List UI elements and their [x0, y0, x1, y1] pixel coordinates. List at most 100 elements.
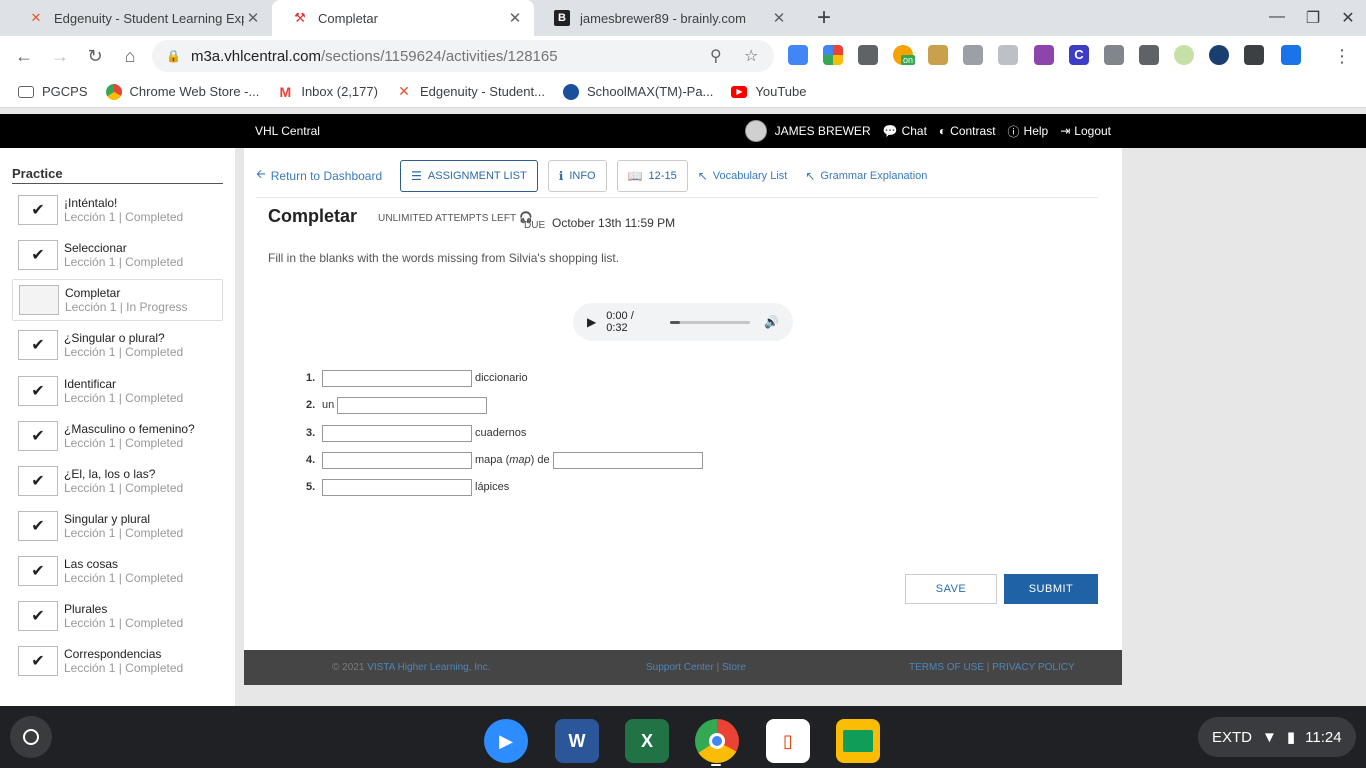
answer-input-2[interactable] [337, 396, 488, 414]
submit-button[interactable]: SUBMIT [1004, 574, 1098, 604]
close-window-icon[interactable]: ✕ [1338, 8, 1358, 28]
extension-on-icon[interactable]: on [893, 45, 916, 65]
classroom-icon[interactable] [836, 719, 880, 763]
answer-input-5[interactable] [322, 478, 472, 496]
chat-link[interactable]: 💬 Chat [883, 124, 927, 138]
sidebar-item[interactable]: ✔ ¿Singular o plural? Lección 1 | Complet… [12, 324, 223, 366]
bookmark-label: SchoolMAX(TM)-Pa... [586, 84, 714, 99]
sidebar-item[interactable]: ✔ Seleccionar Lección 1 | Completed [12, 234, 223, 276]
support-links: Support Center | Store [646, 662, 746, 673]
tab-edgenuity[interactable]: ✕ Edgenuity - Student Learning Exp ✕ [8, 0, 272, 36]
close-icon[interactable]: ✕ [770, 9, 788, 27]
minimize-icon[interactable]: — [1267, 8, 1287, 26]
google-translate-icon[interactable] [788, 45, 808, 65]
list-icon: ☰ [411, 168, 422, 183]
word-icon[interactable]: W [555, 719, 599, 763]
tab-completar[interactable]: ⚒ Completar ✕ [272, 0, 534, 36]
extension-icon[interactable] [1209, 45, 1229, 65]
close-icon[interactable]: ✕ [506, 9, 524, 27]
sidebar-item[interactable]: ✔ Correspondencias Lección 1 | Completed [12, 640, 223, 682]
sidebar-item[interactable]: ✔ Identificar Lección 1 | Completed [12, 370, 223, 412]
extension-icon[interactable] [858, 45, 878, 65]
sidebar-item[interactable]: ✔ Plurales Lección 1 | Completed [12, 595, 223, 637]
help-link[interactable]: ⓘ Help [1008, 123, 1049, 140]
vocab-label: Vocabulary List [712, 169, 788, 182]
store-link[interactable]: Store [722, 662, 746, 673]
zoom-icon[interactable]: ▶ [484, 719, 528, 763]
bookmark-inbox[interactable]: M Inbox (2,177) [277, 84, 377, 100]
attempts-info: UNLIMITED ATTEMPTS LEFT 🎧 [378, 212, 533, 224]
extension-icon[interactable] [1244, 45, 1264, 65]
tab-strip: ✕ Edgenuity - Student Learning Exp ✕ ⚒ C… [0, 0, 1366, 36]
bookmark-edgenuity[interactable]: ✕ Edgenuity - Student... [396, 83, 545, 100]
contrast-link[interactable]: ◐ Contrast [939, 124, 996, 138]
star-icon[interactable]: ☆ [744, 46, 758, 66]
save-button[interactable]: SAVE [905, 574, 997, 604]
launcher-button[interactable] [10, 716, 52, 758]
support-center-link[interactable]: Support Center [646, 662, 714, 673]
chrome-icon[interactable] [695, 719, 739, 763]
extension-icon[interactable] [1139, 45, 1159, 65]
answer-input-3[interactable] [322, 424, 472, 442]
c-extension-icon[interactable]: C [1069, 45, 1089, 65]
sidebar-item[interactable]: ✔ ¿El, la, los o las? Lección 1 | Complet… [12, 460, 223, 502]
zoom-search-icon[interactable]: ⚲ [710, 46, 722, 66]
answer-input-4a[interactable] [322, 451, 472, 469]
restore-icon[interactable]: ❐ [1303, 8, 1323, 28]
close-icon[interactable]: ✕ [244, 9, 262, 27]
bookmark-pgcps[interactable]: PGCPS [18, 84, 88, 99]
back-icon[interactable]: ← [12, 44, 36, 68]
address-bar[interactable]: 🔒 m3a.vhlcentral.com/sections/1159624/ac… [152, 40, 774, 72]
reload-icon[interactable]: ↻ [83, 44, 107, 68]
volume-icon[interactable]: 🔊 [764, 315, 779, 329]
instructions: Fill in the blanks with the words missin… [268, 251, 620, 265]
apps-extension-icon[interactable] [823, 45, 843, 65]
sidebar-item[interactable]: ✔ ¡Inténtalo! Lección 1 | Completed [12, 189, 223, 231]
logout-link[interactable]: ⇥ Logout [1060, 124, 1111, 138]
book-icon: 📖 [627, 168, 643, 183]
grammar-explanation-link[interactable]: ↖ Grammar Explanation [805, 169, 927, 183]
grammar-label: Grammar Explanation [820, 169, 928, 182]
info-button[interactable]: ℹ INFO [547, 159, 607, 192]
company-link[interactable]: VISTA Higher Learning, Inc. [367, 662, 490, 673]
bookmark-youtube[interactable]: ▶ YouTube [731, 84, 806, 99]
answer-input-4b[interactable] [552, 451, 703, 469]
extension-icon[interactable] [1174, 45, 1194, 65]
extension-icon[interactable] [963, 45, 983, 65]
audio-player[interactable]: ▶ 0:00 / 0:32 🔊 [573, 303, 793, 341]
user-menu[interactable]: JAMES BREWER [744, 120, 871, 142]
bookmark-schoolmax[interactable]: SchoolMAX(TM)-Pa... [562, 83, 714, 100]
extension-icon[interactable] [1104, 45, 1124, 65]
divider [12, 183, 223, 184]
forward-icon[interactable]: → [48, 44, 72, 68]
extension-icon[interactable] [928, 45, 948, 65]
tab-title: Completar [318, 10, 378, 26]
vocabulary-list-link[interactable]: ↖ Vocabulary List [698, 169, 788, 183]
sidebar-item[interactable]: ✔ ¿Masculino o femenino? Lección 1 | Comp… [12, 415, 223, 457]
upload-extension-icon[interactable] [1281, 45, 1301, 65]
tab-brainly[interactable]: B jamesbrewer89 - brainly.com ✕ [534, 0, 798, 36]
pages-button[interactable]: 📖 12-15 [616, 159, 688, 192]
home-icon[interactable]: ⌂ [118, 44, 142, 68]
chat-icon: 💬 [882, 124, 898, 138]
sidebar-item[interactable]: ✔ Las cosas Lección 1 | Completed [12, 550, 223, 592]
extension-icon[interactable] [998, 45, 1018, 65]
answer-input-1[interactable] [322, 369, 472, 387]
terms-link[interactable]: TERMS OF USE [909, 662, 984, 673]
excel-icon[interactable]: X [625, 719, 669, 763]
puzzle-extension-icon[interactable] [1034, 45, 1054, 65]
new-tab-button[interactable]: + [812, 6, 836, 30]
bookmark-chrome-web-store[interactable]: Chrome Web Store -... [105, 83, 259, 100]
return-to-dashboard-link[interactable]: 🡨 Return to Dashboard [256, 165, 382, 186]
sidebar-item-current[interactable]: Completar Lección 1 | In Progress [12, 279, 223, 321]
audio-progress[interactable] [670, 320, 751, 324]
vhl-brand[interactable]: VHL Central [255, 124, 320, 138]
office-icon[interactable]: ▯ [766, 719, 810, 763]
privacy-link[interactable]: PRIVACY POLICY [992, 662, 1074, 673]
status-tray[interactable]: EXTD ▼ ▮ 11:24 [1198, 717, 1356, 757]
question-row: 3. cuadernos [306, 423, 529, 443]
sidebar-item[interactable]: ✔ Singular y plural Lección 1 | Completed [12, 505, 223, 547]
menu-kebab-icon[interactable]: ⋮ [1330, 44, 1354, 68]
play-icon[interactable]: ▶ [587, 315, 596, 329]
assignment-list-button[interactable]: ☰ ASSIGNMENT LIST [400, 159, 538, 192]
